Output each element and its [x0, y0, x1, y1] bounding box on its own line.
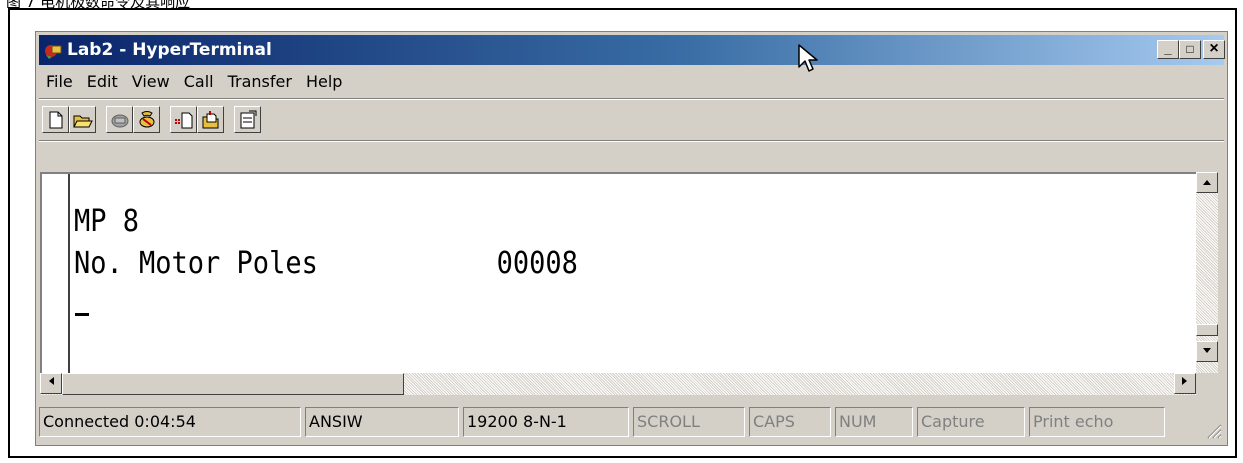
minimize-button[interactable]: _ — [1157, 40, 1179, 59]
disconnect-button[interactable] — [133, 106, 160, 133]
status-capture: Capture — [917, 407, 1025, 437]
figure-caption: 图 7 电机极数命令及其响应 — [0, 0, 1243, 8]
scroll-up-button[interactable] — [1196, 172, 1218, 193]
arrow-right-icon — [1182, 377, 1187, 385]
status-print-echo: Print echo — [1029, 407, 1165, 437]
scroll-right-button[interactable] — [1174, 373, 1196, 394]
vertical-scrollbar[interactable] — [1196, 172, 1218, 373]
menu-view[interactable]: View — [125, 72, 177, 91]
new-icon — [49, 111, 63, 129]
scroll-down-button[interactable] — [1196, 341, 1218, 362]
toolbar — [42, 104, 642, 136]
properties-button[interactable] — [234, 106, 261, 133]
menu-bar: File Edit View Call Transfer Help — [39, 67, 1224, 95]
status-bar: Connected 0:04:54 ANSIW 19200 8-N-1 SCRO… — [39, 403, 1224, 441]
status-scroll: SCROLL — [633, 407, 745, 437]
menu-edit[interactable]: Edit — [80, 72, 125, 91]
disconnect-icon — [139, 111, 155, 128]
scroll-left-button[interactable] — [40, 373, 62, 394]
status-emulation: ANSIW — [305, 407, 459, 437]
open-icon — [73, 115, 93, 128]
terminal-left-margin — [68, 174, 70, 374]
text-cursor — [75, 313, 89, 316]
terminal-line-command: MP 8 — [74, 204, 140, 239]
terminal-line-response: No. Motor Poles 00008 — [74, 246, 578, 281]
hyperterminal-app-icon — [45, 45, 62, 59]
open-button[interactable] — [69, 106, 96, 133]
terminal-screen[interactable]: MP 8 No. Motor Poles 00008 — [40, 172, 1198, 374]
caption-text: 图 7 电机极数命令及其响应 — [6, 0, 190, 8]
hyperterminal-window: Lab2 - HyperTerminal _ □ × File Edit Vie… — [35, 31, 1228, 446]
properties-icon — [240, 110, 257, 129]
dial-icon — [111, 114, 129, 128]
horizontal-scrollbar[interactable] — [40, 373, 1196, 395]
horizontal-scroll-thumb[interactable] — [62, 373, 404, 395]
status-num: NUM — [835, 407, 913, 437]
menu-separator — [39, 98, 1224, 100]
menu-file[interactable]: File — [39, 72, 80, 91]
title-bar[interactable]: Lab2 - HyperTerminal _ □ × — [39, 35, 1225, 65]
arrow-left-icon — [49, 377, 54, 385]
status-port-settings: 19200 8-N-1 — [463, 407, 629, 437]
status-caps: CAPS — [749, 407, 831, 437]
toolbar-separator — [39, 140, 1224, 142]
status-connected: Connected 0:04:54 — [39, 407, 301, 437]
menu-help[interactable]: Help — [299, 72, 349, 91]
arrow-down-icon — [1203, 348, 1211, 353]
receive-button[interactable] — [197, 106, 224, 133]
window-title: Lab2 - HyperTerminal — [67, 40, 272, 60]
send-button[interactable] — [170, 106, 197, 133]
mouse-pointer-icon — [798, 44, 818, 72]
dial-button[interactable] — [106, 106, 133, 133]
new-button[interactable] — [42, 106, 69, 133]
menu-call[interactable]: Call — [177, 72, 221, 91]
menu-transfer[interactable]: Transfer — [221, 72, 299, 91]
maximize-button[interactable]: □ — [1179, 40, 1201, 59]
vertical-scroll-thumb[interactable] — [1196, 324, 1218, 336]
send-icon — [175, 112, 193, 129]
close-button[interactable]: × — [1203, 40, 1225, 59]
resize-grip-icon[interactable] — [1204, 421, 1222, 439]
arrow-up-icon — [1203, 180, 1211, 185]
receive-icon — [202, 111, 219, 129]
